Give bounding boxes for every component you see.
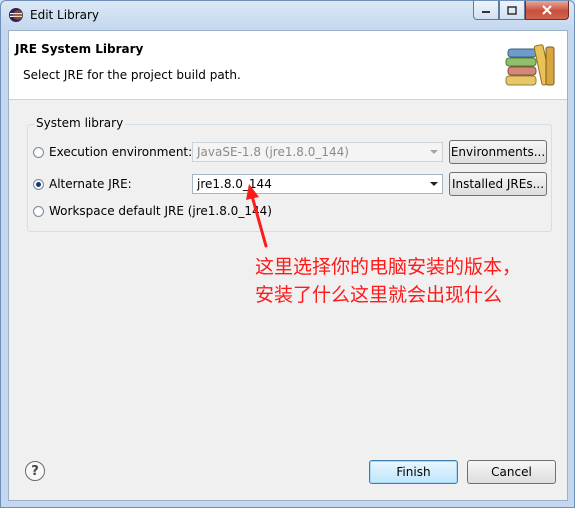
- alternate-jre-select[interactable]: jre1.8.0_144: [192, 174, 443, 194]
- finish-button[interactable]: Finish: [369, 460, 458, 484]
- help-button[interactable]: ?: [25, 461, 45, 481]
- workspace-default-label: Workspace default JRE (jre1.8.0_144): [49, 204, 272, 218]
- alternate-jre-value: jre1.8.0_144: [197, 177, 272, 191]
- execution-environment-select[interactable]: JavaSE-1.8 (jre1.8.0_144): [192, 142, 443, 162]
- environments-button[interactable]: Environments...: [449, 140, 547, 164]
- dialog-header: JRE System Library Select JRE for the pr…: [9, 31, 567, 100]
- alternate-jre-option[interactable]: Alternate JRE:: [33, 177, 132, 191]
- execution-environment-option[interactable]: Execution environment:: [33, 145, 192, 159]
- execution-environment-radio[interactable]: [33, 146, 44, 158]
- execution-environment-label: Execution environment:: [49, 145, 193, 159]
- group-label: System library: [34, 116, 126, 130]
- system-library-group: System library Execution environment: Ja…: [27, 116, 552, 232]
- installed-jres-button[interactable]: Installed JREs...: [449, 172, 547, 196]
- library-books-icon: [505, 44, 555, 86]
- execution-environment-value: JavaSE-1.8 (jre1.8.0_144): [197, 145, 349, 159]
- chevron-down-icon: [430, 182, 438, 186]
- alternate-jre-radio[interactable]: [33, 178, 44, 190]
- annotation-line-1: 这里选择你的电脑安装的版本，: [255, 256, 522, 278]
- annotation-line-2: 安装了什么这里就会出现什么: [255, 284, 503, 306]
- annotation-text: 这里选择你的电脑安装的版本， 安装了什么这里就会出现什么: [255, 253, 521, 309]
- window-title: Edit Library: [30, 8, 100, 22]
- alternate-jre-label: Alternate JRE:: [49, 177, 132, 191]
- header-description: Select JRE for the project build path.: [23, 68, 241, 82]
- workspace-default-radio[interactable]: [33, 205, 44, 217]
- minimize-icon: [482, 11, 490, 13]
- cancel-button[interactable]: Cancel: [467, 460, 556, 484]
- minimize-button[interactable]: [473, 1, 499, 20]
- close-icon: [542, 5, 552, 15]
- header-title: JRE System Library: [15, 42, 144, 56]
- maximize-icon: [507, 5, 517, 15]
- maximize-button[interactable]: [499, 1, 525, 20]
- eclipse-icon: [9, 8, 23, 22]
- chevron-down-icon: [430, 150, 438, 154]
- close-button[interactable]: [525, 1, 569, 20]
- workspace-default-option[interactable]: Workspace default JRE (jre1.8.0_144): [33, 204, 272, 218]
- title-bar[interactable]: Edit Library: [1, 1, 574, 29]
